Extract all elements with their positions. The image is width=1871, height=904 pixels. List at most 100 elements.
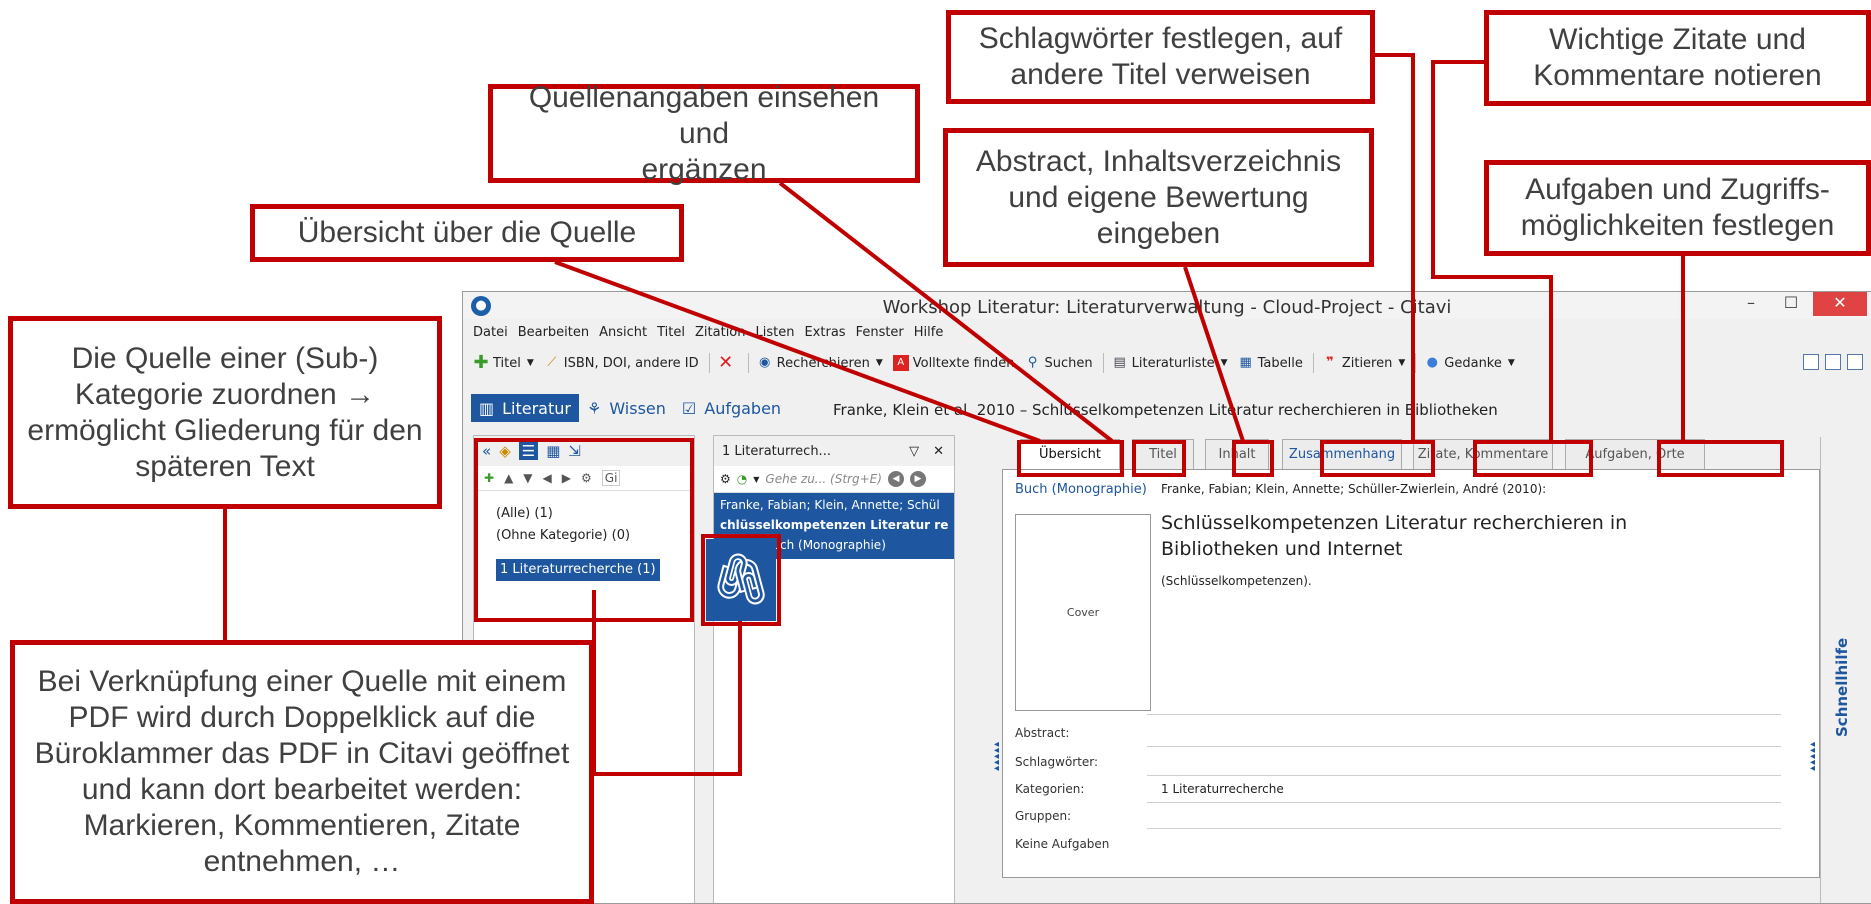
quickhelp-label: Schnellhilfe <box>1833 637 1851 737</box>
chevron-down-icon: ▼ <box>1398 358 1406 368</box>
literaturliste-button[interactable]: ▤ Literaturliste ▼ <box>1112 355 1227 371</box>
quote-icon: ❞ <box>1326 355 1334 370</box>
wand-icon: ⟋ <box>547 355 557 370</box>
gruppen-label: Gruppen: <box>1015 809 1072 823</box>
chevron-down-icon: ▼ <box>875 358 883 368</box>
keine-aufgaben-label: Keine Aufgaben <box>1015 837 1110 851</box>
mode-wissen[interactable]: ⚘ Wissen <box>579 394 674 422</box>
callout-quellenangaben: Quellenangaben einsehen und ergänzen <box>488 81 920 186</box>
highlight-tab-titel <box>1132 440 1186 477</box>
menu-bar: Datei Bearbeiten Ansicht Titel Zitation … <box>463 325 953 345</box>
callout-schlagwoerter: Schlagwörter festlegen, auf andere Titel… <box>946 10 1375 104</box>
panel-splitter-right[interactable]: ◂ ◂ ◂ ◂ ◂ <box>1810 740 1815 774</box>
callout-zitate: Wichtige Zitate und Kommentare notieren <box>1484 10 1871 106</box>
reference-list-panel: 1 Literaturrech... ▽ ✕ ⚙ ◔ ▼ Gehe zu... … <box>713 435 955 903</box>
menu-listen[interactable]: Listen <box>756 325 795 345</box>
close-button[interactable]: ✕ <box>1813 292 1867 316</box>
menu-extras[interactable]: Extras <box>804 325 845 345</box>
mode-bar: ▥ Literatur ⚘ Wissen ☑ Aufgaben <box>471 394 789 422</box>
reference-title: Schlüsselkompetenzen Literatur recherchi… <box>1161 512 1628 560</box>
next-icon[interactable]: ▶ <box>909 471 926 487</box>
kategorien-value[interactable]: 1 Literaturrecherche <box>1161 782 1284 796</box>
menu-fenster[interactable]: Fenster <box>856 325 904 345</box>
mode-literatur[interactable]: ▥ Literatur <box>471 394 579 422</box>
menu-zitation[interactable]: Zitation <box>695 325 745 345</box>
title-bar: ● Workshop Literatur: Literaturverwaltun… <box>463 292 1871 319</box>
zitieren-button[interactable]: ❞ Zitieren ▼ <box>1322 355 1405 371</box>
chevron-down-icon: ▼ <box>526 358 534 368</box>
tasks-icon: ☑ <box>681 398 697 418</box>
printer-icon: ▤ <box>1113 355 1126 370</box>
toolbar-separator <box>1102 353 1104 373</box>
plus-icon: ✚ <box>473 352 489 373</box>
gedanke-button[interactable]: ● Gedanke ▼ <box>1424 355 1515 371</box>
paperclip-icon[interactable]: 🖇 <box>706 539 776 621</box>
reference-item-authors: Franke, Fabian; Klein, Annette; Schül <box>720 498 940 512</box>
callout-kategorie: Die Quelle einer (Sub-) Kategorie zuordn… <box>8 316 442 509</box>
reference-list-header: 1 Literaturrech... ▽ ✕ <box>714 436 954 466</box>
minimize-button[interactable]: – <box>1731 292 1771 316</box>
new-title-button[interactable]: ✚ Titel ▼ <box>473 352 534 373</box>
highlight-tab-zusammenhang <box>1320 440 1435 477</box>
reference-series: (Schlüsselkompetenzen). <box>1161 574 1312 588</box>
kategorien-label: Kategorien: <box>1015 782 1085 796</box>
chevron-down-icon[interactable]: ▼ <box>753 475 759 484</box>
pdf-icon: A <box>892 355 909 371</box>
field-divider <box>1147 714 1781 715</box>
mode-aufgaben[interactable]: ☑ Aufgaben <box>674 394 789 422</box>
menu-ansicht[interactable]: Ansicht <box>599 325 647 345</box>
toolbar-separator <box>747 353 749 373</box>
volltexte-button[interactable]: A Volltexte finden <box>892 355 1015 371</box>
highlight-tab-uebersicht <box>1017 440 1124 477</box>
lightbulb-icon: ● <box>1426 355 1438 370</box>
goto-input[interactable]: Gehe zu... (Strg+E) <box>765 472 882 486</box>
callout-pdf: Bei Verknüpfung einer Quelle mit einem P… <box>10 640 594 904</box>
delete-icon: ✕ <box>718 352 734 373</box>
window-title: Workshop Literatur: Literaturverwaltung … <box>882 297 1452 318</box>
highlight-tab-inhalt <box>1232 440 1274 477</box>
filter-icon[interactable]: ▽ <box>909 444 919 459</box>
layout-three-pane-icon[interactable] <box>1803 354 1819 370</box>
delete-button[interactable]: ✕ <box>718 352 738 373</box>
field-divider <box>1147 775 1781 776</box>
menu-datei[interactable]: Datei <box>473 325 508 345</box>
highlight-tab-aufgaben <box>1657 440 1784 477</box>
layout-single-pane-icon[interactable] <box>1847 354 1863 370</box>
schlagwoerter-label: Schlagwörter: <box>1015 755 1099 769</box>
abstract-label: Abstract: <box>1015 726 1070 740</box>
recherchieren-button[interactable]: ◉ Recherchieren ▼ <box>757 355 883 371</box>
knowledge-icon: ⚘ <box>586 398 602 418</box>
suchen-button[interactable]: ⚲ Suchen <box>1025 355 1093 371</box>
isbn-button[interactable]: ⟋ ISBN, DOI, andere ID <box>544 355 698 371</box>
toolbar-separator <box>1415 353 1417 373</box>
gear-icon[interactable]: ⚙ <box>720 472 731 486</box>
toolbar-separator <box>708 353 710 373</box>
layout-two-pane-icon[interactable] <box>1825 354 1841 370</box>
reference-item-title: chlüsselkompetenzen Literatur re <box>720 518 949 532</box>
cover-placeholder[interactable]: Cover <box>1015 514 1151 711</box>
quickhelp-panel[interactable]: Schnellhilfe <box>1820 437 1871 903</box>
chevron-down-icon: ▼ <box>1507 358 1515 368</box>
reference-header: Franke, Klein et al. 2010 – Schlüsselkom… <box>833 401 1498 419</box>
field-divider <box>1147 828 1781 829</box>
callout-abstract: Abstract, Inhaltsverzeichnis und eigene … <box>943 128 1374 267</box>
field-divider <box>1147 802 1781 803</box>
panel-splitter-left[interactable]: ◂ ◂ ◂ ◂ ◂ <box>994 740 999 774</box>
tabelle-button[interactable]: ▦ Tabelle <box>1238 355 1302 371</box>
highlight-tab-zitate <box>1473 440 1593 477</box>
menu-bearbeiten[interactable]: Bearbeiten <box>518 325 589 345</box>
prev-icon[interactable]: ◀ <box>887 471 904 487</box>
reference-detail: Buch (Monographie) Franke, Fabian; Klein… <box>1002 469 1820 878</box>
books-icon: ▥ <box>479 398 495 418</box>
highlight-categories <box>474 438 694 622</box>
layout-switcher <box>1803 354 1863 370</box>
close-filter-icon[interactable]: ✕ <box>933 444 944 459</box>
reference-type-link[interactable]: Buch (Monographie) <box>1015 482 1147 497</box>
callout-uebersicht: Übersicht über die Quelle <box>250 204 684 262</box>
maximize-button[interactable]: ☐ <box>1771 292 1811 316</box>
history-icon[interactable]: ◔ <box>737 472 747 486</box>
menu-titel[interactable]: Titel <box>657 325 685 345</box>
menu-hilfe[interactable]: Hilfe <box>914 325 944 345</box>
main-toolbar: ✚ Titel ▼ ⟋ ISBN, DOI, andere ID ✕ ◉ Recherc… <box>463 349 1871 377</box>
reference-authors: Franke, Fabian; Klein, Annette; Schüller… <box>1161 482 1547 496</box>
